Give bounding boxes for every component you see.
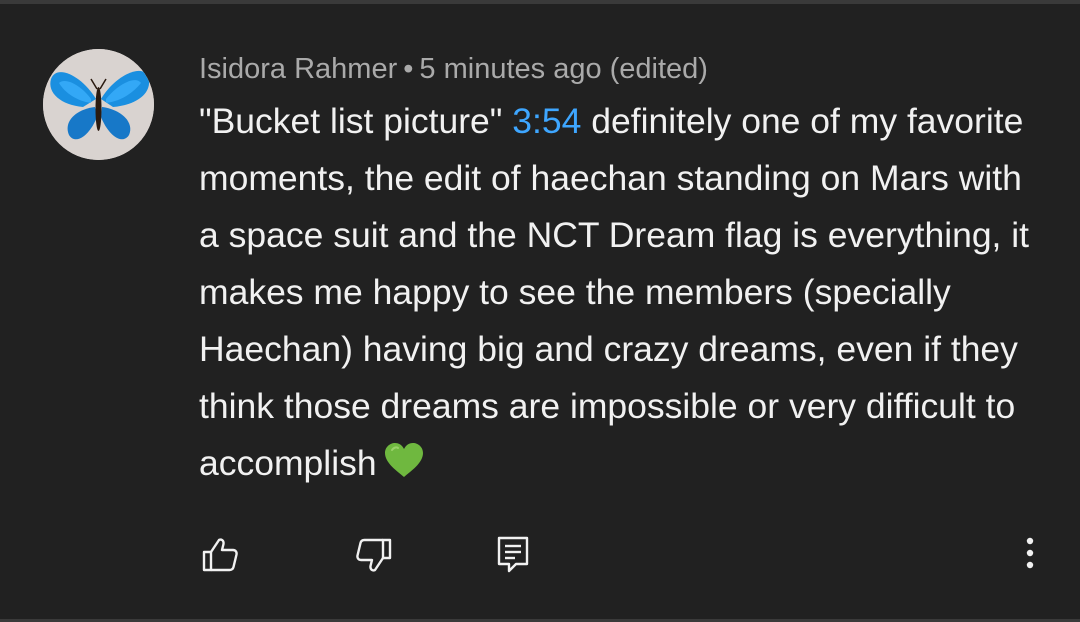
top-divider xyxy=(0,0,1080,4)
comment-text-start: "Bucket list picture" xyxy=(199,101,513,141)
butterfly-icon xyxy=(43,49,154,160)
author-name[interactable]: Isidora Rahmer xyxy=(199,53,397,85)
edited-label: (edited) xyxy=(609,53,708,85)
comment-time: 5 minutes ago xyxy=(419,53,602,85)
green-heart-icon xyxy=(383,439,425,496)
more-vertical-icon xyxy=(1026,537,1034,569)
thumbs-up-icon xyxy=(202,538,238,572)
meta-separator: • xyxy=(403,53,414,85)
avatar[interactable] xyxy=(43,49,154,160)
comment-text-rest: definitely one of my favorite moments, t… xyxy=(199,101,1030,483)
comment-text: "Bucket list picture" 3:54 definitely on… xyxy=(199,93,1039,496)
timestamp-link[interactable]: 3:54 xyxy=(512,101,581,141)
comment-screen: Isidora Rahmer • 5 minutes ago (edited) "B… xyxy=(0,0,1080,622)
comment-meta: Isidora Rahmer • 5 minutes ago (edited) xyxy=(199,50,708,88)
like-button[interactable] xyxy=(200,535,240,575)
reply-comment-icon xyxy=(497,536,529,573)
dislike-button[interactable] xyxy=(354,535,394,575)
thumbs-down-icon xyxy=(356,538,392,572)
reply-button[interactable] xyxy=(494,535,534,575)
more-options-button[interactable] xyxy=(1012,535,1048,575)
